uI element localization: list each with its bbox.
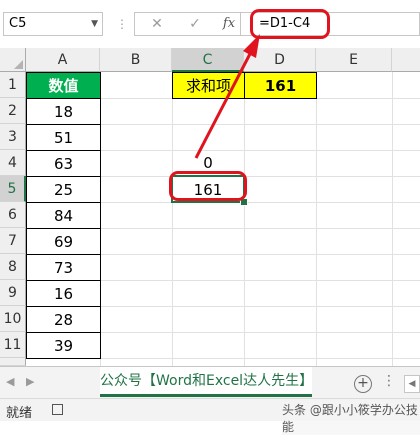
cell-highlight-oval — [169, 171, 247, 201]
row-header-8[interactable]: 8 — [0, 254, 26, 280]
select-all-triangle-icon — [14, 60, 23, 69]
cell-a5[interactable]: 25 — [26, 176, 101, 203]
cell-a4[interactable]: 63 — [26, 150, 101, 177]
row-header-3[interactable]: 3 — [0, 124, 26, 150]
row-header-9[interactable]: 9 — [0, 280, 26, 306]
cancel-icon[interactable]: ✕ — [145, 13, 169, 35]
row-header-1[interactable]: 1 — [0, 72, 26, 98]
row-header-12[interactable] — [0, 358, 26, 366]
gridline — [392, 72, 393, 366]
select-all-button[interactable] — [0, 48, 26, 72]
row-header-5[interactable]: 5 — [0, 176, 26, 202]
column-header-c[interactable]: C — [172, 48, 244, 72]
row-header-10[interactable]: 10 — [0, 306, 26, 332]
plus-circle-icon[interactable]: + — [354, 375, 372, 393]
row-header-2[interactable]: 2 — [0, 98, 26, 124]
cell-a7[interactable]: 69 — [26, 228, 101, 255]
row-header-7[interactable]: 7 — [0, 228, 26, 254]
cell-a3[interactable]: 51 — [26, 124, 101, 151]
cell-c1-sum-label[interactable]: 求和项 — [172, 72, 245, 99]
column-header-d[interactable]: D — [244, 48, 316, 72]
cell-a1[interactable]: 数值 — [26, 72, 101, 99]
chevron-down-icon[interactable]: ▼ — [91, 13, 98, 35]
cell-d1-sum-value[interactable]: 161 — [244, 72, 317, 99]
insert-function-icon[interactable]: fx — [217, 13, 241, 35]
gridline — [244, 72, 245, 366]
column-header-b[interactable]: B — [100, 48, 172, 72]
scroll-left-icon[interactable]: ◀ — [404, 375, 420, 393]
cell-a11[interactable]: 39 — [26, 332, 101, 359]
name-box[interactable]: C5 ▼ — [3, 12, 103, 36]
cell-a8[interactable]: 73 — [26, 254, 101, 281]
row-header-11[interactable]: 11 — [0, 332, 26, 358]
cell-a2[interactable]: 18 — [26, 98, 101, 125]
cell-a10[interactable]: 28 — [26, 306, 101, 333]
formula-bar: C5 ▼ ⋮ ✕ ✓ fx =D1-C4 — [0, 0, 420, 49]
sheet-tab-bar: ◀ ▶ 公众号【Word和Excel达人先生】 + ⋮ ◀ — [0, 366, 420, 399]
more-options-icon[interactable]: ⋮ — [382, 373, 396, 389]
column-header-a[interactable]: A — [26, 48, 100, 72]
cell-a6[interactable]: 84 — [26, 202, 101, 229]
enter-icon[interactable]: ✓ — [183, 13, 207, 35]
sheet-tab-active[interactable]: 公众号【Word和Excel达人先生】 — [100, 367, 313, 397]
row-header-6[interactable]: 6 — [0, 202, 26, 228]
cell-a9[interactable]: 16 — [26, 280, 101, 307]
column-header-f[interactable] — [392, 48, 420, 72]
triangle-right-icon[interactable]: ▶ — [26, 375, 34, 388]
watermark-text: 头条 @跟小小筱学办公技能 — [282, 401, 420, 435]
formula-highlight-oval — [250, 9, 330, 39]
triangle-left-icon[interactable]: ◀ — [6, 375, 14, 388]
gridline — [172, 72, 173, 366]
column-header-e[interactable]: E — [316, 48, 392, 72]
name-box-value: C5 — [9, 16, 27, 31]
formula-buttons: ✕ ✓ fx — [134, 12, 240, 36]
row-header-4[interactable]: 4 — [0, 150, 26, 176]
status-bar: 就绪 头条 @跟小小筱学办公技能 — [0, 398, 420, 435]
gridline — [316, 72, 317, 366]
status-ready: 就绪 — [6, 406, 33, 421]
macro-record-icon[interactable] — [52, 404, 63, 415]
formula-bar-separator: ⋮ — [116, 17, 128, 31]
